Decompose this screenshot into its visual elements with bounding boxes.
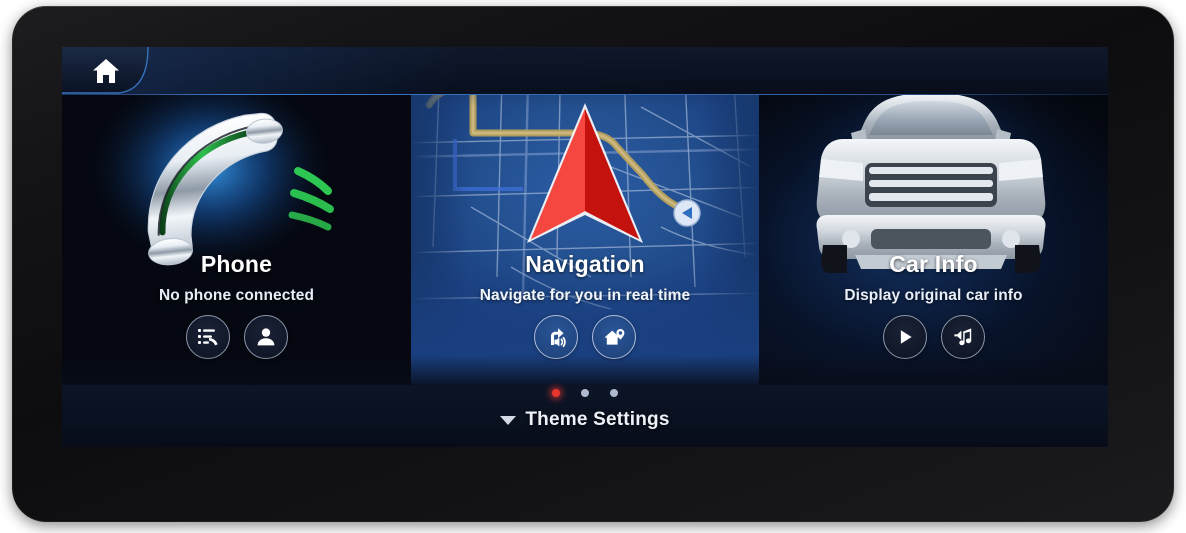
home-button[interactable] xyxy=(62,47,180,95)
call-log-icon[interactable] xyxy=(185,315,230,359)
panel-navigation-subtitle: Navigate for you in real time xyxy=(479,287,691,304)
contacts-icon[interactable] xyxy=(243,315,288,359)
page-indicator xyxy=(62,389,1108,397)
page-dot-3[interactable] xyxy=(610,389,618,397)
panel-car-info-title: Car Info xyxy=(889,251,978,277)
home-tab-shape xyxy=(62,47,149,94)
panel-phone-subtitle: No phone connected xyxy=(158,287,315,304)
home-destination-icon[interactable] xyxy=(592,315,636,359)
status-bar xyxy=(62,47,1108,95)
phone-shortcut-row xyxy=(62,315,411,359)
home-icon xyxy=(93,59,119,83)
page-dot-2[interactable] xyxy=(581,389,589,397)
theme-settings-button[interactable]: Theme Settings xyxy=(62,409,1108,431)
panel-phone-title: Phone xyxy=(200,251,273,277)
bottom-bar: Theme Settings xyxy=(62,385,1108,447)
play-icon[interactable] xyxy=(882,315,927,359)
navigation-shortcut-row xyxy=(411,315,759,359)
voice-guidance-icon[interactable] xyxy=(534,315,578,359)
chevron-down-icon xyxy=(500,415,517,425)
status-bar-sheen xyxy=(62,47,1108,95)
theme-settings-label: Theme Settings xyxy=(525,409,670,430)
touchscreen-display[interactable]: Phone No phone connected Navigation Navi… xyxy=(62,47,1108,447)
page-dot-1[interactable] xyxy=(552,389,560,397)
panel-navigation-title: Navigation xyxy=(525,251,645,277)
music-note-icon[interactable] xyxy=(940,315,985,359)
car-info-shortcut-row xyxy=(759,315,1108,359)
head-unit-device: Phone No phone connected Navigation Navi… xyxy=(0,0,1186,533)
status-bar-underline xyxy=(62,94,1108,95)
panel-car-info-subtitle: Display original car info xyxy=(844,287,1023,304)
